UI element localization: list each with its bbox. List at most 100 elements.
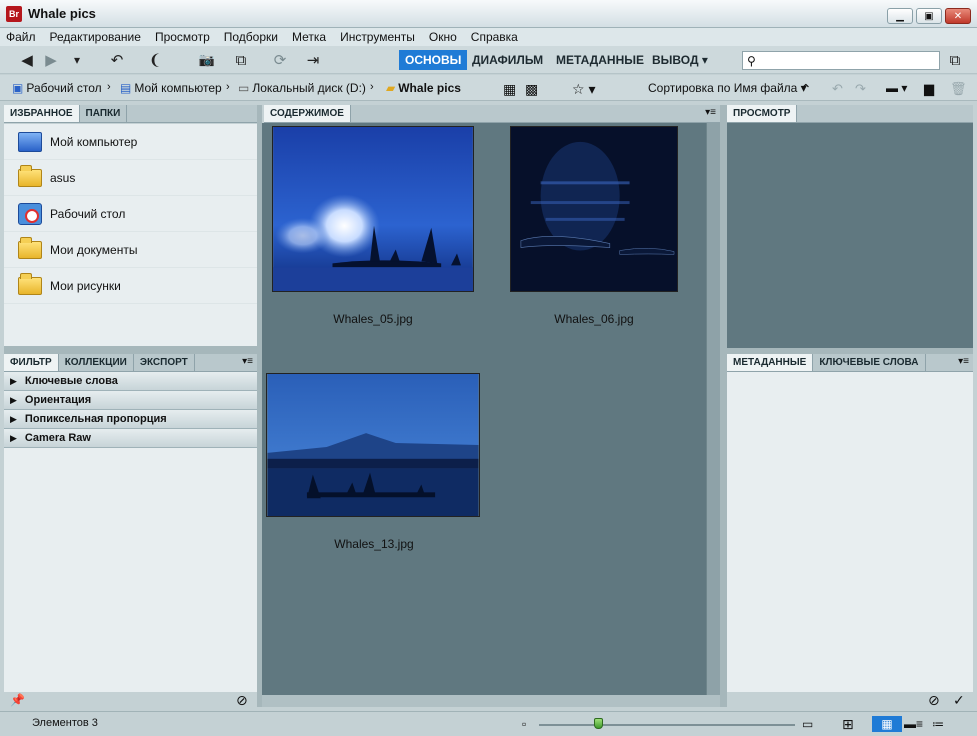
desktop-icon: ▣ <box>12 81 24 95</box>
tab-keywords[interactable]: КЛЮЧЕВЫЕ СЛОВА <box>813 354 926 371</box>
expand-triangle-icon: ▶ <box>10 432 17 443</box>
filter-panel-tabs: ФИЛЬТР КОЛЛЕКЦИИ ЭКСПОРТ ▾≡ <box>4 354 257 372</box>
reveal-recent-icon[interactable]: ↶ <box>106 50 128 70</box>
window-controls: ▁ ▣ ✕ <box>887 8 971 24</box>
larger-thumbnail-icon[interactable]: ▭ <box>802 716 813 732</box>
favorite-item-my-computer[interactable]: Мой компьютер <box>4 124 257 160</box>
thumbnail-caption: Whales_06.jpg <box>554 312 634 326</box>
new-folder-icon[interactable]: ▆ <box>924 81 934 97</box>
tab-favorites[interactable]: ИЗБРАННОЕ <box>4 105 80 122</box>
apply-metadata-icon[interactable]: ✓ <box>953 692 965 709</box>
thumbnail-image <box>266 373 480 517</box>
menu-stacks[interactable]: Подборки <box>224 30 278 44</box>
menu-edit[interactable]: Редактирование <box>50 30 141 44</box>
close-button[interactable]: ✕ <box>945 8 971 24</box>
breadcrumb-local-disk[interactable]: ▭ Локальный диск (D:) <box>238 81 366 95</box>
workspace-output[interactable]: ВЫВОД ▾ <box>646 50 714 70</box>
tab-preview[interactable]: ПРОСМОТР <box>727 105 798 122</box>
rotate-icon[interactable]: ⟳ <box>270 50 290 70</box>
camera-import-icon[interactable]: 📷 <box>196 50 218 70</box>
workspace-metadata[interactable]: МЕТАДАННЫЕ <box>550 50 650 70</box>
favorite-item-my-pictures[interactable]: Мои рисунки <box>4 268 257 304</box>
favorite-item-my-documents[interactable]: Мои документы <box>4 232 257 268</box>
menu-label[interactable]: Метка <box>292 30 326 44</box>
back-arrow-icon[interactable]: ◀ <box>18 50 36 70</box>
tab-content[interactable]: СОДЕРЖИМОЕ <box>264 105 351 122</box>
forward-arrow-icon[interactable]: ▶ <box>42 50 60 70</box>
open-recent-folder-icon[interactable]: ▬ ▾ <box>886 81 907 95</box>
filter-row-keywords[interactable]: ▶ Ключевые слова <box>4 372 257 391</box>
sort-dropdown[interactable]: Сортировка по Имя файла ▾ <box>648 81 807 95</box>
smaller-thumbnail-icon[interactable]: ▫ <box>522 716 526 732</box>
title-bar: Br Whale pics ▁ ▣ ✕ <box>0 0 977 28</box>
desktop-icon <box>16 201 44 227</box>
thumbnail-caption: Whales_13.jpg <box>334 537 414 551</box>
breadcrumb-desktop[interactable]: ▣ Рабочий стол <box>12 81 102 95</box>
clear-filter-icon[interactable]: ⊘ <box>236 692 248 709</box>
compact-mode-icon[interactable]: ⧉ <box>944 50 966 70</box>
left-splitter[interactable] <box>257 105 262 707</box>
filter-row-pixel-aspect[interactable]: ▶ Попиксельная пропорция <box>4 410 257 429</box>
open-in-camera-raw-icon[interactable]: ⇥ <box>298 50 328 70</box>
workspace-filmstrip[interactable]: ДИАФИЛЬМ <box>466 50 549 70</box>
slider-handle[interactable] <box>594 718 603 729</box>
sort-ascending-icon[interactable]: ⌃ <box>800 81 812 98</box>
menu-file[interactable]: Файл <box>6 30 36 44</box>
path-bar: ▣ Рабочий стол › ▤ Мой компьютер › ▭ Лок… <box>0 75 977 101</box>
favorites-panel-tabs: ИЗБРАННОЕ ПАПКИ <box>4 105 257 123</box>
metadata-panel <box>727 372 973 692</box>
status-bar: Элементов 3 ▫ ▭ ⊞ ▦ ▬≡ ≔ <box>0 711 977 736</box>
folder-icon: ▰ <box>386 81 396 95</box>
menu-bar: Файл Редактирование Просмотр Подборки Ме… <box>0 28 977 46</box>
filter-grid-icon[interactable]: ▦ <box>503 81 516 98</box>
tab-collections[interactable]: КОЛЛЕКЦИИ <box>58 354 134 371</box>
maximize-button[interactable]: ▣ <box>916 8 942 24</box>
search-input[interactable] <box>758 54 929 67</box>
view-list-icon[interactable]: ≔ <box>932 716 944 732</box>
minimize-button[interactable]: ▁ <box>887 8 913 24</box>
tab-metadata[interactable]: МЕТАДАННЫЕ <box>727 354 814 371</box>
menu-window[interactable]: Окно <box>429 30 457 44</box>
left-panel-splitter[interactable] <box>4 346 257 354</box>
view-thumbnails-icon[interactable]: ▦ <box>872 716 902 732</box>
view-details-icon[interactable]: ▬≡ <box>904 716 923 732</box>
breadcrumb-whale-pics[interactable]: ▰ Whale pics <box>386 81 461 95</box>
preview-panel-tabs: ПРОСМОТР <box>727 105 973 123</box>
favorite-item-desktop[interactable]: Рабочий стол <box>4 196 257 232</box>
trash-icon[interactable]: 🗑 <box>950 81 967 97</box>
search-box[interactable]: ⚲ <box>742 51 940 70</box>
undo-icon[interactable]: ↶ <box>832 81 843 97</box>
panel-menu-icon[interactable]: ▾≡ <box>958 356 969 367</box>
rating-filter-star-icon[interactable]: ☆ ▾ <box>572 81 595 98</box>
grid-lock-icon[interactable]: ⊞ <box>842 716 854 732</box>
filter-row-camera-raw[interactable]: ▶ Camera Raw <box>4 429 257 448</box>
menu-help[interactable]: Справка <box>471 30 518 44</box>
favorite-item-asus[interactable]: asus <box>4 160 257 196</box>
panel-menu-icon[interactable]: ▾≡ <box>705 107 716 118</box>
tab-filter[interactable]: ФИЛЬТР <box>4 354 59 371</box>
expand-triangle-icon: ▶ <box>10 375 17 386</box>
breadcrumb-my-computer[interactable]: ▤ Мой компьютер <box>120 81 222 95</box>
computer-icon: ▤ <box>120 81 132 95</box>
menu-view[interactable]: Просмотр <box>155 30 210 44</box>
tab-export[interactable]: ЭКСПОРТ <box>133 354 195 371</box>
menu-tools[interactable]: Инструменты <box>340 30 415 44</box>
workspace-essentials[interactable]: ОСНОВЫ <box>399 50 468 70</box>
history-dropdown-icon[interactable]: ▾ <box>68 50 86 70</box>
content-horizontal-scrollbar[interactable] <box>262 695 720 707</box>
redo-icon[interactable]: ↷ <box>855 81 866 97</box>
content-vertical-scrollbar[interactable] <box>706 123 720 695</box>
favorites-panel: Мой компьютер asus Рабочий стол Мои доку… <box>4 124 257 346</box>
filter-panel: ▶ Ключевые слова ▶ Ориентация ▶ Попиксельна… <box>4 372 257 692</box>
filter-row-orientation[interactable]: ▶ Ориентация <box>4 391 257 410</box>
boomerang-icon[interactable]: ❨ <box>146 50 164 70</box>
right-splitter[interactable] <box>720 105 727 707</box>
panel-menu-icon[interactable]: ▾≡ <box>242 356 253 367</box>
cancel-metadata-icon[interactable]: ⊘ <box>928 692 940 709</box>
pin-icon[interactable]: 📌 <box>10 693 25 707</box>
tab-folders[interactable]: ПАПКИ <box>79 105 128 122</box>
thumbnail-quality-icon[interactable]: ▩ <box>525 81 538 98</box>
thumbnail-image <box>510 126 678 292</box>
thumbnail-size-slider[interactable] <box>539 724 795 726</box>
refine-icon[interactable]: ⧉ <box>228 50 254 70</box>
